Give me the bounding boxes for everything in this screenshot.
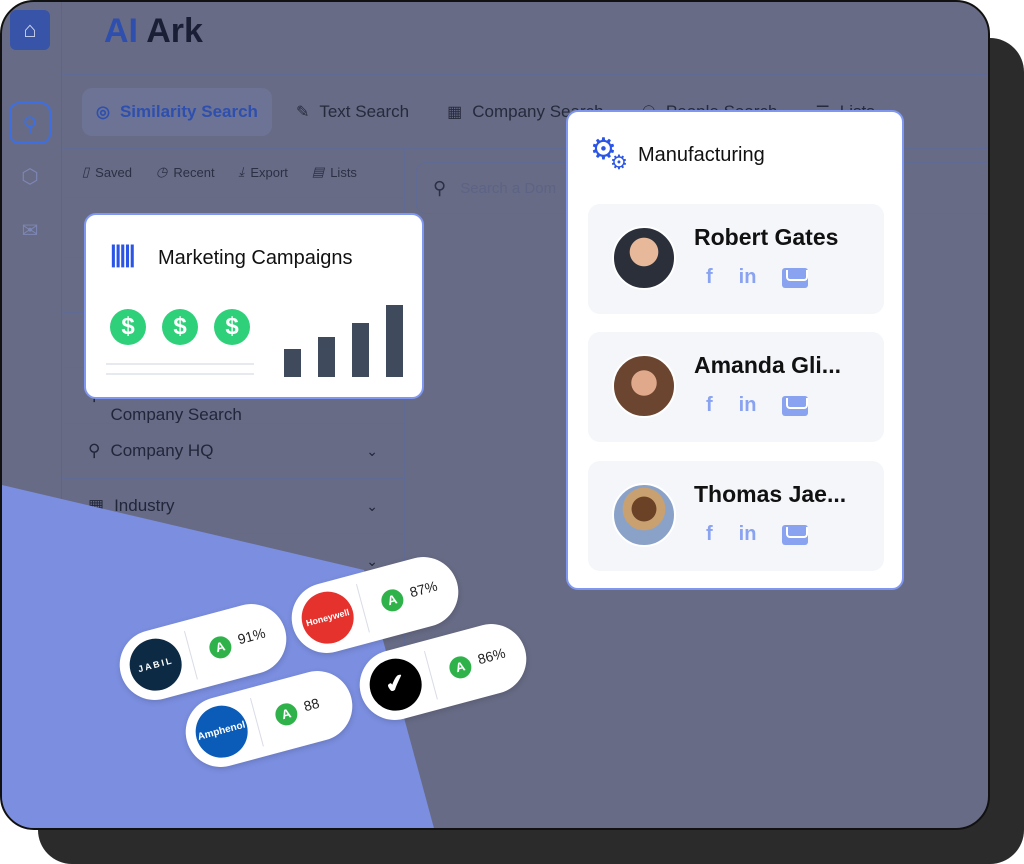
filter-company-hq[interactable]: ⚲ Company HQ ⌄ xyxy=(62,423,404,478)
search-icon: ⚲ xyxy=(433,177,447,198)
toolbar: ▯ Saved ◷ Recent ⤓ Export ▤ Lists xyxy=(82,164,357,180)
chart-bar xyxy=(284,349,301,377)
divider xyxy=(423,650,438,700)
search-placeholder: Search a Dom xyxy=(460,179,557,197)
avatar xyxy=(612,483,676,547)
dollar-icon: $ xyxy=(110,309,146,345)
gear-icon: ⚙ xyxy=(610,152,628,174)
saved-button[interactable]: ▯ Saved xyxy=(82,164,132,180)
amphenol-logo: Amphenol xyxy=(189,699,254,764)
clock-icon: ◷ xyxy=(156,164,168,179)
download-icon: ⤓ xyxy=(238,164,245,179)
brand-title: AI Ark xyxy=(104,12,203,50)
filter-label: Industry xyxy=(114,496,175,515)
filter-label: Company HQ xyxy=(110,441,214,460)
grade-badge: A xyxy=(272,700,300,728)
dollar-icon: $ xyxy=(162,309,198,345)
chart-bar xyxy=(386,305,403,377)
chevron-down-icon: ⌄ xyxy=(366,442,378,459)
linkedin-icon[interactable]: in xyxy=(739,523,757,546)
divider xyxy=(249,697,264,747)
tab-similarity-search[interactable]: ◎ Similarity Search xyxy=(82,88,272,136)
manufacturing-card: ⚙ ⚙ Manufacturing Robert Gates f in Amand… xyxy=(566,110,904,590)
mail-icon[interactable] xyxy=(782,395,809,416)
divider xyxy=(62,74,988,75)
person-name: Thomas Jae... xyxy=(694,481,847,507)
dollar-icon: $ xyxy=(214,309,250,345)
lists-button[interactable]: ▤ Lists xyxy=(312,164,357,180)
person-item[interactable]: Amanda Gli... f in xyxy=(588,332,884,442)
bookmark-icon: ▯ xyxy=(82,164,90,179)
chart-bar xyxy=(352,323,369,377)
label: Lists xyxy=(330,164,357,180)
honeywell-logo: Honeywell xyxy=(295,585,360,650)
export-button[interactable]: ⤓ Export xyxy=(239,164,288,180)
ark-logo-icon: ⌂ xyxy=(10,10,50,50)
person-item[interactable]: Thomas Jae... f in xyxy=(588,461,884,571)
list-icon: ▤ xyxy=(311,164,325,179)
match-score: 91% xyxy=(235,624,268,648)
tab-text-search[interactable]: ✎ Text Search xyxy=(282,88,423,136)
card-title: Manufacturing xyxy=(638,144,765,166)
linkedin-icon[interactable]: in xyxy=(739,266,757,289)
divider xyxy=(106,363,254,365)
feather-icon: ✎ xyxy=(295,104,310,121)
avatar xyxy=(612,226,676,290)
person-name: Robert Gates xyxy=(694,224,839,250)
chevron-down-icon: ⌄ xyxy=(366,497,378,514)
divider xyxy=(355,583,370,633)
label: Saved xyxy=(95,164,133,180)
tab-label: Similarity Search xyxy=(119,102,258,121)
person-name: Amanda Gli... xyxy=(694,352,841,378)
building-icon: ▦ xyxy=(447,104,463,121)
jabil-logo: JABIL xyxy=(123,632,188,697)
send-nav-icon[interactable]: ✉ xyxy=(9,210,51,252)
marketing-campaigns-card: ||||| Marketing Campaigns $ $ $ xyxy=(84,213,424,399)
avatar xyxy=(612,354,676,418)
people-search-nav-icon[interactable]: ⚲ xyxy=(9,102,51,144)
facebook-icon[interactable]: f xyxy=(706,523,713,546)
card-title: Marketing Campaigns xyxy=(158,247,353,269)
divider xyxy=(106,373,254,375)
grade-badge: A xyxy=(378,586,406,614)
facebook-icon[interactable]: f xyxy=(706,394,713,417)
label: Export xyxy=(250,164,288,180)
label: Recent xyxy=(173,164,215,180)
fingerprint-icon: ◎ xyxy=(96,104,110,121)
audio-wave-icon: ||||| xyxy=(110,241,136,268)
hexagon-nav-icon[interactable]: ⬡ xyxy=(9,156,51,198)
match-score: 86% xyxy=(475,644,508,668)
divider xyxy=(183,630,198,680)
location-pin-icon: ⚲ xyxy=(88,441,101,460)
chart-bar xyxy=(318,337,335,377)
checkmark-logo-icon: ✔ xyxy=(363,652,428,717)
tab-label: Text Search xyxy=(319,102,410,121)
mail-icon[interactable] xyxy=(782,267,809,288)
chevron-down-icon: ⌄ xyxy=(366,552,378,569)
person-item[interactable]: Robert Gates f in xyxy=(588,204,884,314)
grade-badge: A xyxy=(446,653,474,681)
match-score: 88 xyxy=(301,694,322,715)
facebook-icon[interactable]: f xyxy=(706,266,713,289)
match-score: 87% xyxy=(407,577,440,601)
mail-icon[interactable] xyxy=(782,524,809,545)
linkedin-icon[interactable]: in xyxy=(739,394,757,417)
recent-button[interactable]: ◷ Recent xyxy=(156,164,215,180)
grade-badge: A xyxy=(206,633,234,661)
